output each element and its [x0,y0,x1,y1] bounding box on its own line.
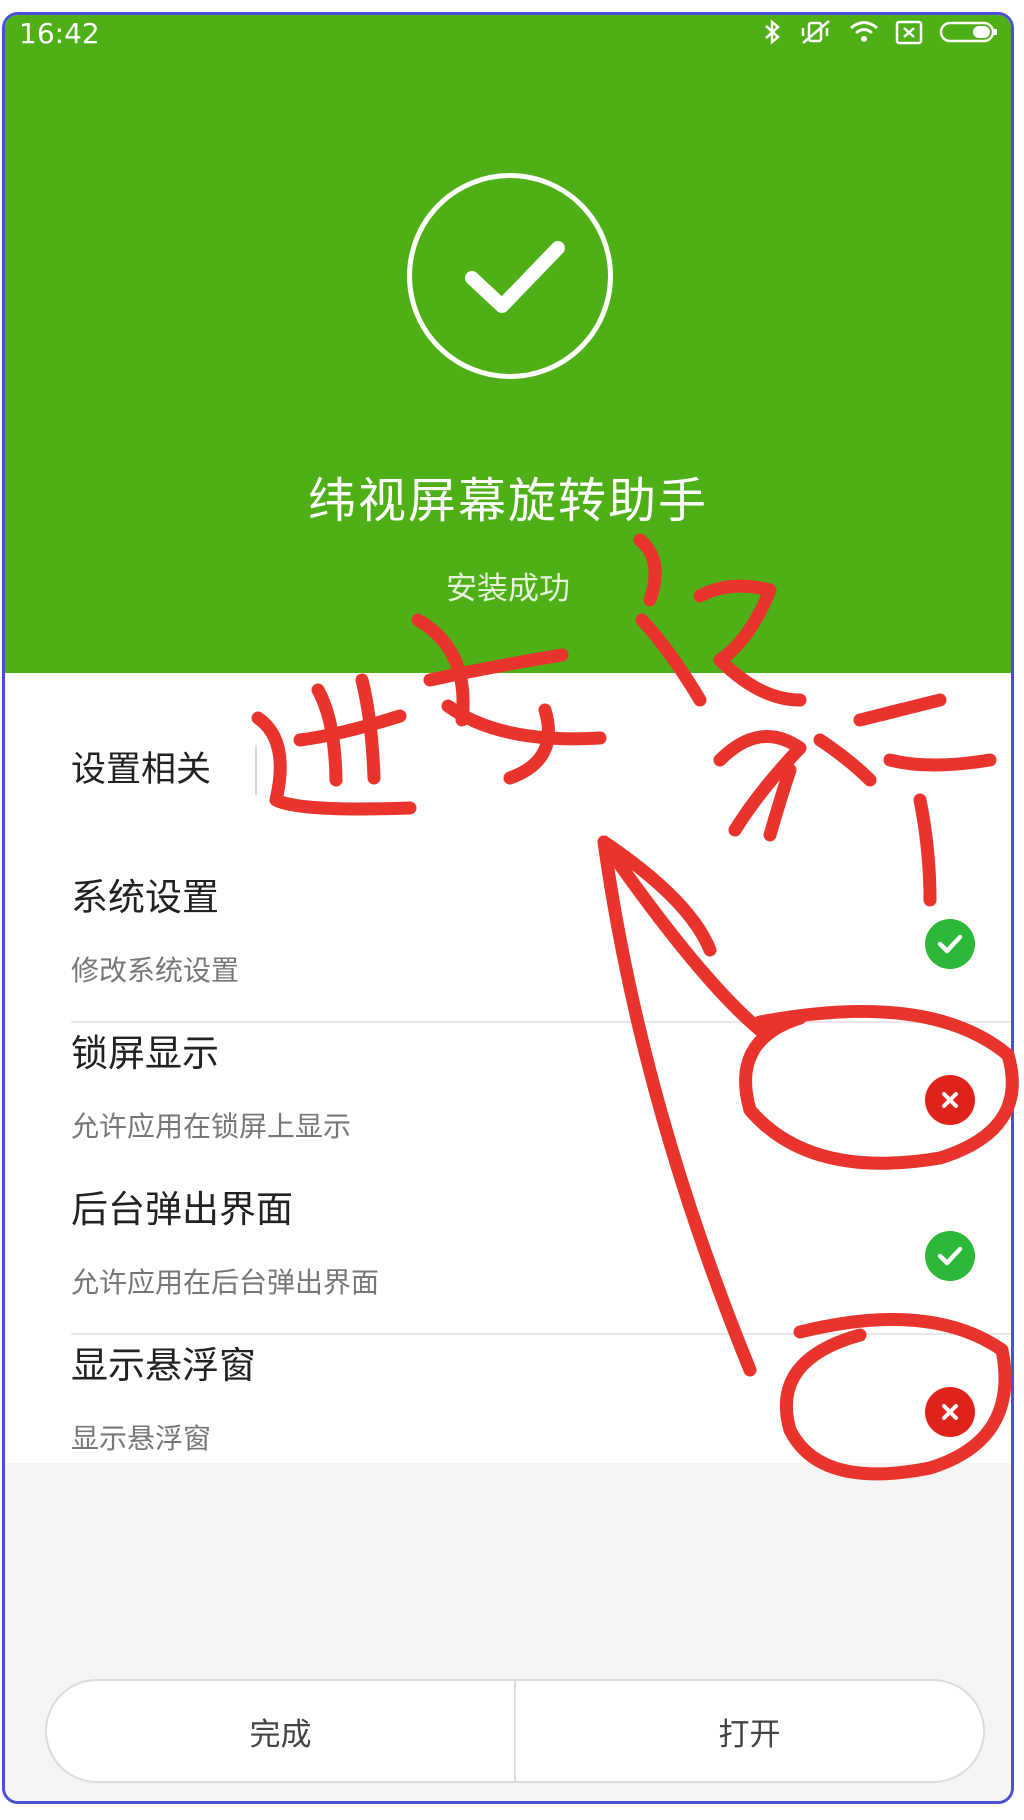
setting-title: 系统设置 [71,876,219,919]
install-status: 安装成功 [446,571,570,607]
setting-title: 显示悬浮窗 [71,1344,256,1387]
setting-subtitle: 允许应用在锁屏上显示 [71,1110,352,1143]
vibrate-off-icon [801,20,830,44]
setting-row-system-settings[interactable]: 系统设置 修改系统设置 [71,867,1011,1023]
denied-x-icon [925,1387,975,1437]
app-name: 纬视屏幕旋转助手 [307,473,708,529]
wifi-icon [850,21,878,42]
check-circle-icon [407,173,613,379]
status-icons [763,19,999,45]
done-button[interactable]: 完成 [47,1681,514,1781]
setting-title: 锁屏显示 [71,1032,219,1075]
denied-x-icon [925,1075,975,1125]
setting-row-background-popup[interactable]: 后台弹出界面 允许应用在后台弹出界面 [71,1179,1011,1335]
status-bar: 16:42 [5,15,1011,55]
granted-check-icon [925,919,975,969]
bottom-area: 完成 打开 [5,1463,1011,1801]
action-buttons: 完成 打开 [45,1679,985,1783]
phone-screen: 16:42 纬视屏幕旋转助手 安装成功 设置相关 系统设置 修改系统设置 锁屏显… [2,12,1014,1804]
setting-title: 后台弹出界面 [71,1188,293,1231]
install-result-header: 16:42 纬视屏幕旋转助手 安装成功 [5,15,1011,673]
setting-subtitle: 修改系统设置 [71,954,240,987]
section-divider [255,745,257,795]
open-button[interactable]: 打开 [514,1681,983,1781]
sim-off-icon [895,20,923,45]
section-header: 设置相关 [71,750,212,790]
setting-row-lockscreen-display[interactable]: 锁屏显示 允许应用在锁屏上显示 [71,1023,1011,1179]
bluetooth-icon [765,19,780,45]
setting-subtitle: 允许应用在后台弹出界面 [71,1266,380,1299]
setting-subtitle: 显示悬浮窗 [71,1422,212,1455]
status-time: 16:42 [19,17,100,50]
settings-list: 设置相关 系统设置 修改系统设置 锁屏显示 允许应用在锁屏上显示 后台弹出界面 … [5,673,1011,1463]
granted-check-icon [925,1231,975,1281]
battery-icon [939,21,997,43]
